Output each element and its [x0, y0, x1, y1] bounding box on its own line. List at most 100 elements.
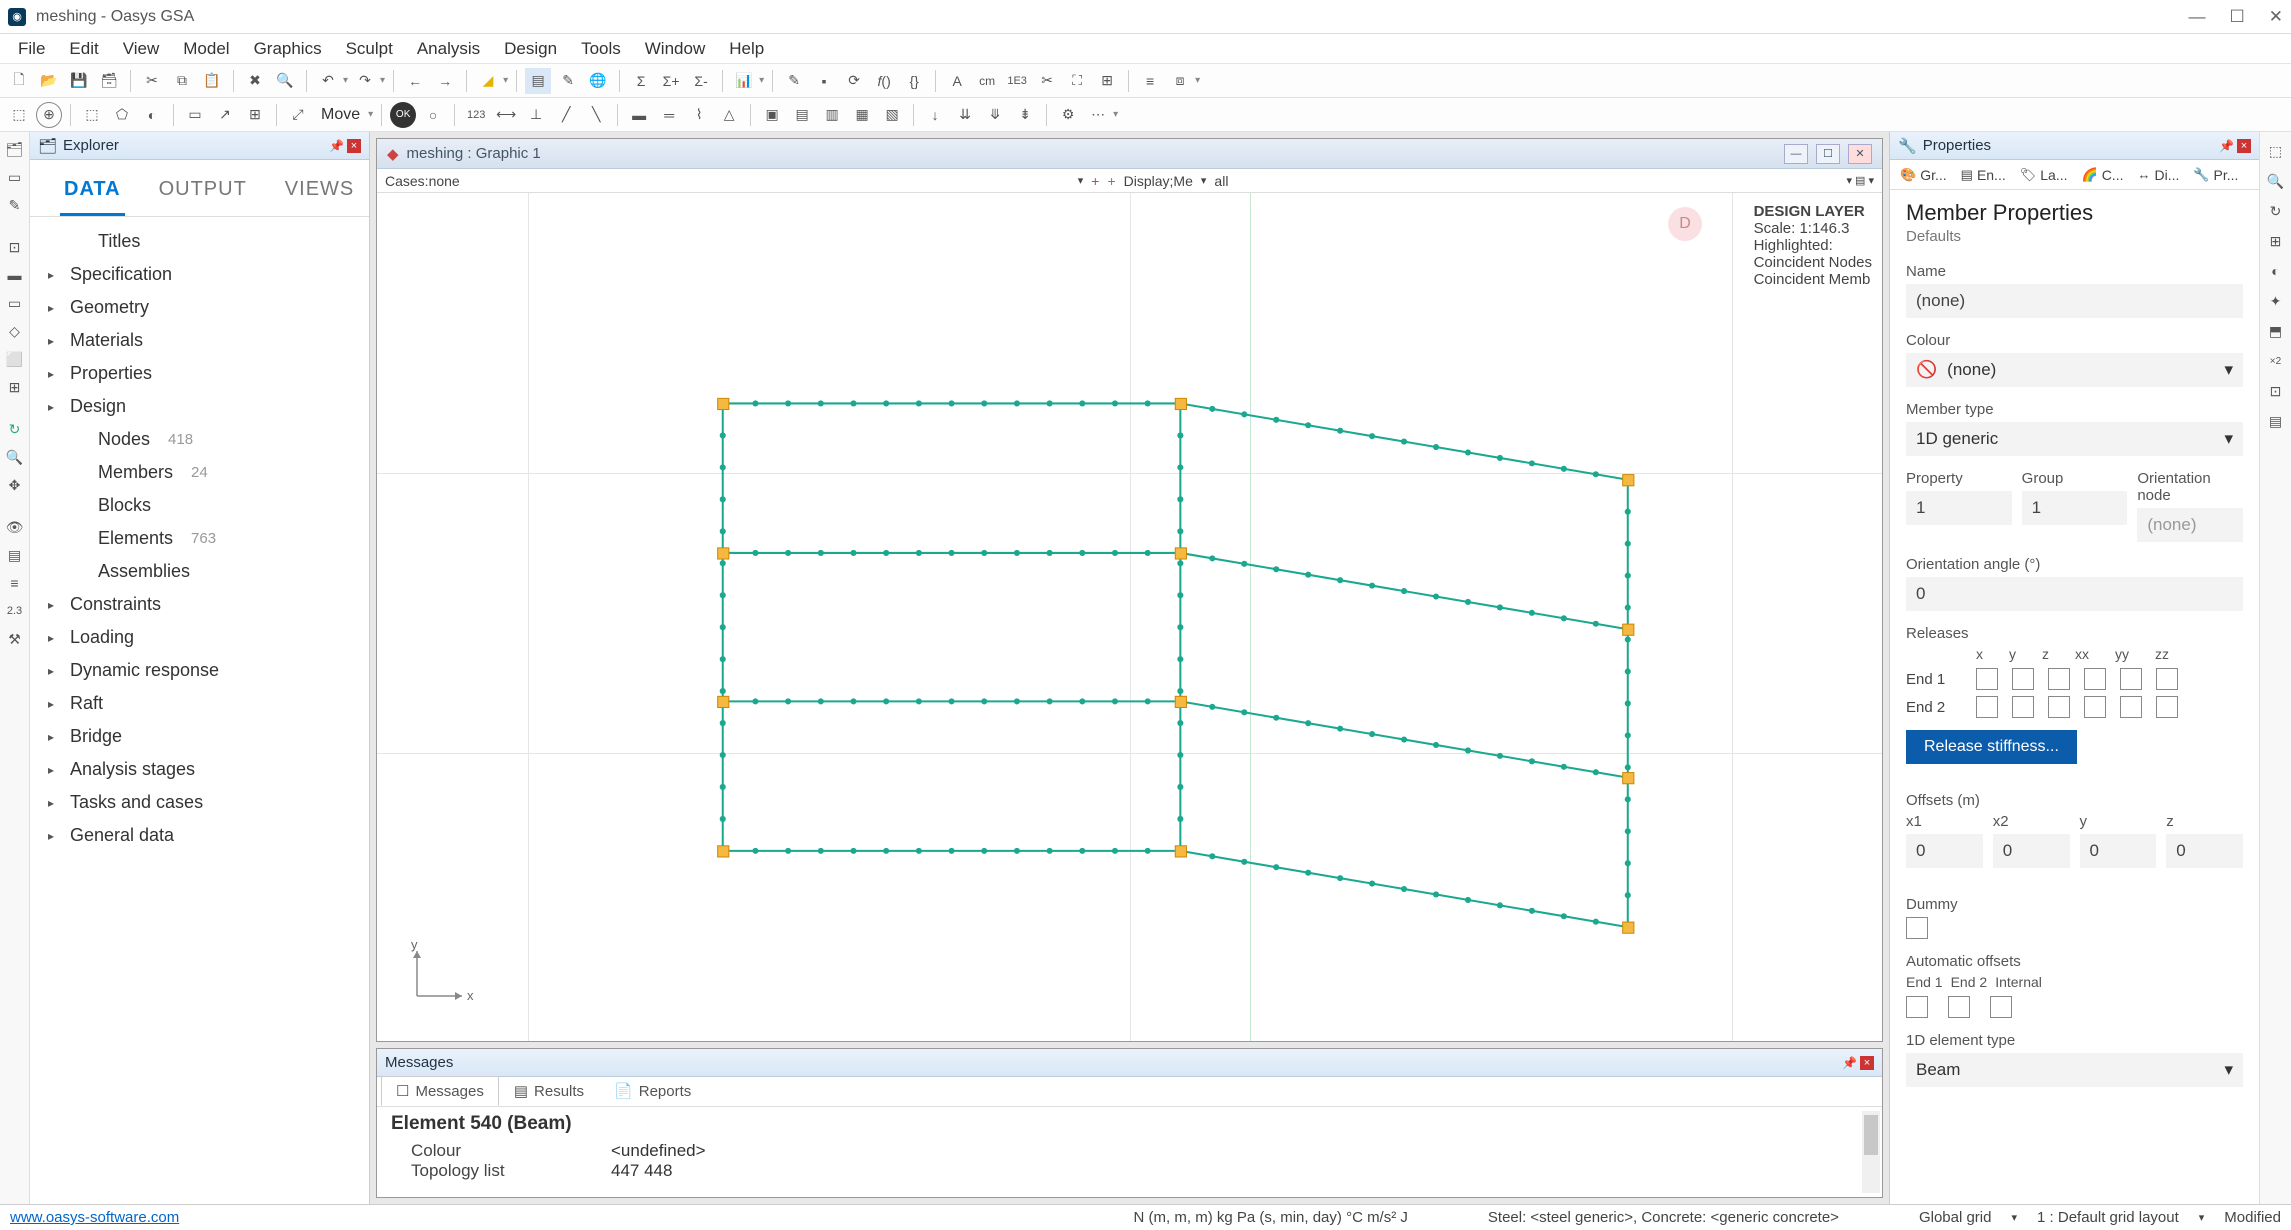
offset-y[interactable]: [2080, 834, 2157, 868]
new-icon[interactable]: 🗋: [6, 68, 32, 94]
graphic-max-icon[interactable]: ☐: [1816, 144, 1840, 164]
menu-window[interactable]: Window: [635, 36, 715, 62]
status-layout[interactable]: 1 : Default grid layout: [2037, 1209, 2179, 1226]
tree-item[interactable]: Titles: [30, 225, 369, 258]
select-poly-icon[interactable]: ⬠: [109, 102, 135, 128]
rail-rotate-icon[interactable]: ↻: [4, 418, 26, 440]
graphic-close-icon[interactable]: ✕: [1848, 144, 1872, 164]
label-icon[interactable]: 123: [463, 102, 489, 128]
delete-icon[interactable]: ✖: [242, 68, 268, 94]
open-icon[interactable]: 📂: [36, 68, 62, 94]
paste-icon[interactable]: 📋: [199, 68, 225, 94]
rrail-7-icon[interactable]: ⬒: [2265, 320, 2287, 342]
spring-icon[interactable]: ⌇: [686, 102, 712, 128]
tab-views[interactable]: VIEWS: [281, 170, 358, 216]
rrail-3-icon[interactable]: ↻: [2265, 200, 2287, 222]
menu-file[interactable]: File: [8, 36, 55, 62]
rail-view-icon[interactable]: 👁: [4, 516, 26, 538]
chart-icon[interactable]: 📊: [731, 68, 757, 94]
maximize-button[interactable]: ☐: [2230, 7, 2245, 27]
section3-icon[interactable]: ▥: [819, 102, 845, 128]
tab-messages[interactable]: ☐Messages: [381, 1076, 499, 1106]
sigma-minus-icon[interactable]: Σ-: [688, 68, 714, 94]
rail-element-icon[interactable]: ▭: [4, 292, 26, 314]
menu-design[interactable]: Design: [494, 36, 567, 62]
messages-pin-icon[interactable]: 📌: [1842, 1056, 1856, 1070]
units-cm-icon[interactable]: cm: [974, 68, 1000, 94]
disk-icon[interactable]: ▪: [811, 68, 837, 94]
group-input[interactable]: [2022, 491, 2128, 525]
rail-draw-icon[interactable]: ✎: [4, 194, 26, 216]
menu-help[interactable]: Help: [719, 36, 774, 62]
release-stiffness-button[interactable]: Release stiffness...: [1906, 730, 2077, 764]
all-label[interactable]: all: [1214, 173, 1228, 189]
auto-offset-internal[interactable]: [1990, 996, 2012, 1018]
line-icon[interactable]: ╱: [553, 102, 579, 128]
tree-item[interactable]: Elements763: [30, 522, 369, 555]
rail-pan-icon[interactable]: ✥: [4, 474, 26, 496]
colour-select[interactable]: 🚫(none) ▾: [1906, 353, 2243, 387]
ptab-di[interactable]: ↔Di...: [2131, 163, 2185, 187]
rail-explorer-icon[interactable]: 🗂: [4, 138, 26, 160]
settings-icon[interactable]: ⚙: [1055, 102, 1081, 128]
display-label[interactable]: Display;Me: [1124, 173, 1193, 189]
minimize-button[interactable]: —: [2189, 7, 2206, 27]
rail-measure-icon[interactable]: 2.3: [4, 600, 26, 622]
status-link[interactable]: www.oasys-software.com: [10, 1209, 179, 1226]
release-e1-yy[interactable]: [2120, 668, 2142, 690]
rail-cursor-icon[interactable]: ▭: [4, 166, 26, 188]
copy-icon[interactable]: ⧉: [169, 68, 195, 94]
graphic-min-icon[interactable]: —: [1784, 144, 1808, 164]
sigma-icon[interactable]: Σ: [628, 68, 654, 94]
orient-angle-input[interactable]: [1906, 577, 2243, 611]
table-icon[interactable]: ▤: [525, 68, 551, 94]
tree-item[interactable]: ▸General data: [30, 819, 369, 852]
print-preview-icon[interactable]: 🔍: [272, 68, 298, 94]
release-e2-zz[interactable]: [2156, 696, 2178, 718]
rail-wall-icon[interactable]: ⬜: [4, 348, 26, 370]
rail-plate-icon[interactable]: ◇: [4, 320, 26, 342]
sigma-plus-icon[interactable]: Σ+: [658, 68, 684, 94]
offset-x1[interactable]: [1906, 834, 1983, 868]
circle-icon[interactable]: ○: [420, 102, 446, 128]
tree-item[interactable]: ▸Geometry: [30, 291, 369, 324]
tree-item[interactable]: ▸Dynamic response: [30, 654, 369, 687]
rrail-5-icon[interactable]: ◐: [2265, 260, 2287, 282]
rrail-4-icon[interactable]: ⊞: [2265, 230, 2287, 252]
cases-label[interactable]: Cases:none: [385, 173, 460, 189]
member-type-select[interactable]: 1D generic▾: [1906, 422, 2243, 456]
properties-close-icon[interactable]: ×: [2237, 139, 2251, 153]
offset-z[interactable]: [2166, 834, 2243, 868]
release-e2-x[interactable]: [1976, 696, 1998, 718]
section-icon[interactable]: ▣: [759, 102, 785, 128]
beam-icon[interactable]: ═: [656, 102, 682, 128]
rail-section-icon[interactable]: ▤: [4, 544, 26, 566]
refresh-icon[interactable]: ⟳: [841, 68, 867, 94]
text-icon[interactable]: A: [944, 68, 970, 94]
ok-icon[interactable]: OK: [390, 102, 416, 128]
tab-reports[interactable]: 📄Reports: [599, 1076, 706, 1106]
release-e2-xx[interactable]: [2084, 696, 2106, 718]
release-e2-z[interactable]: [2048, 696, 2070, 718]
tree-item[interactable]: ▸Analysis stages: [30, 753, 369, 786]
rrail-8-icon[interactable]: ×2: [2265, 350, 2287, 372]
messages-scrollbar[interactable]: [1862, 1111, 1880, 1193]
tree-item[interactable]: Assemblies: [30, 555, 369, 588]
menu-analysis[interactable]: Analysis: [407, 36, 490, 62]
load2-icon[interactable]: ⇊: [952, 102, 978, 128]
rrail-2-icon[interactable]: 🔍: [2265, 170, 2287, 192]
save-all-icon[interactable]: 🗃: [96, 68, 122, 94]
tree-item[interactable]: ▸Loading: [30, 621, 369, 654]
tree-item[interactable]: ▸Specification: [30, 258, 369, 291]
brackets-icon[interactable]: {}: [901, 68, 927, 94]
redo-icon[interactable]: ↷: [352, 68, 378, 94]
tree-item[interactable]: ▸Materials: [30, 324, 369, 357]
release-e1-xx[interactable]: [2084, 668, 2106, 690]
tab-data[interactable]: DATA: [60, 170, 125, 216]
section2-icon[interactable]: ▤: [789, 102, 815, 128]
rrail-1-icon[interactable]: ⬚: [2265, 140, 2287, 162]
wand-icon[interactable]: ✎: [555, 68, 581, 94]
auto-offset-e2[interactable]: [1948, 996, 1970, 1018]
scissors2-icon[interactable]: ✂: [1034, 68, 1060, 94]
status-grid[interactable]: Global grid: [1919, 1209, 1992, 1226]
